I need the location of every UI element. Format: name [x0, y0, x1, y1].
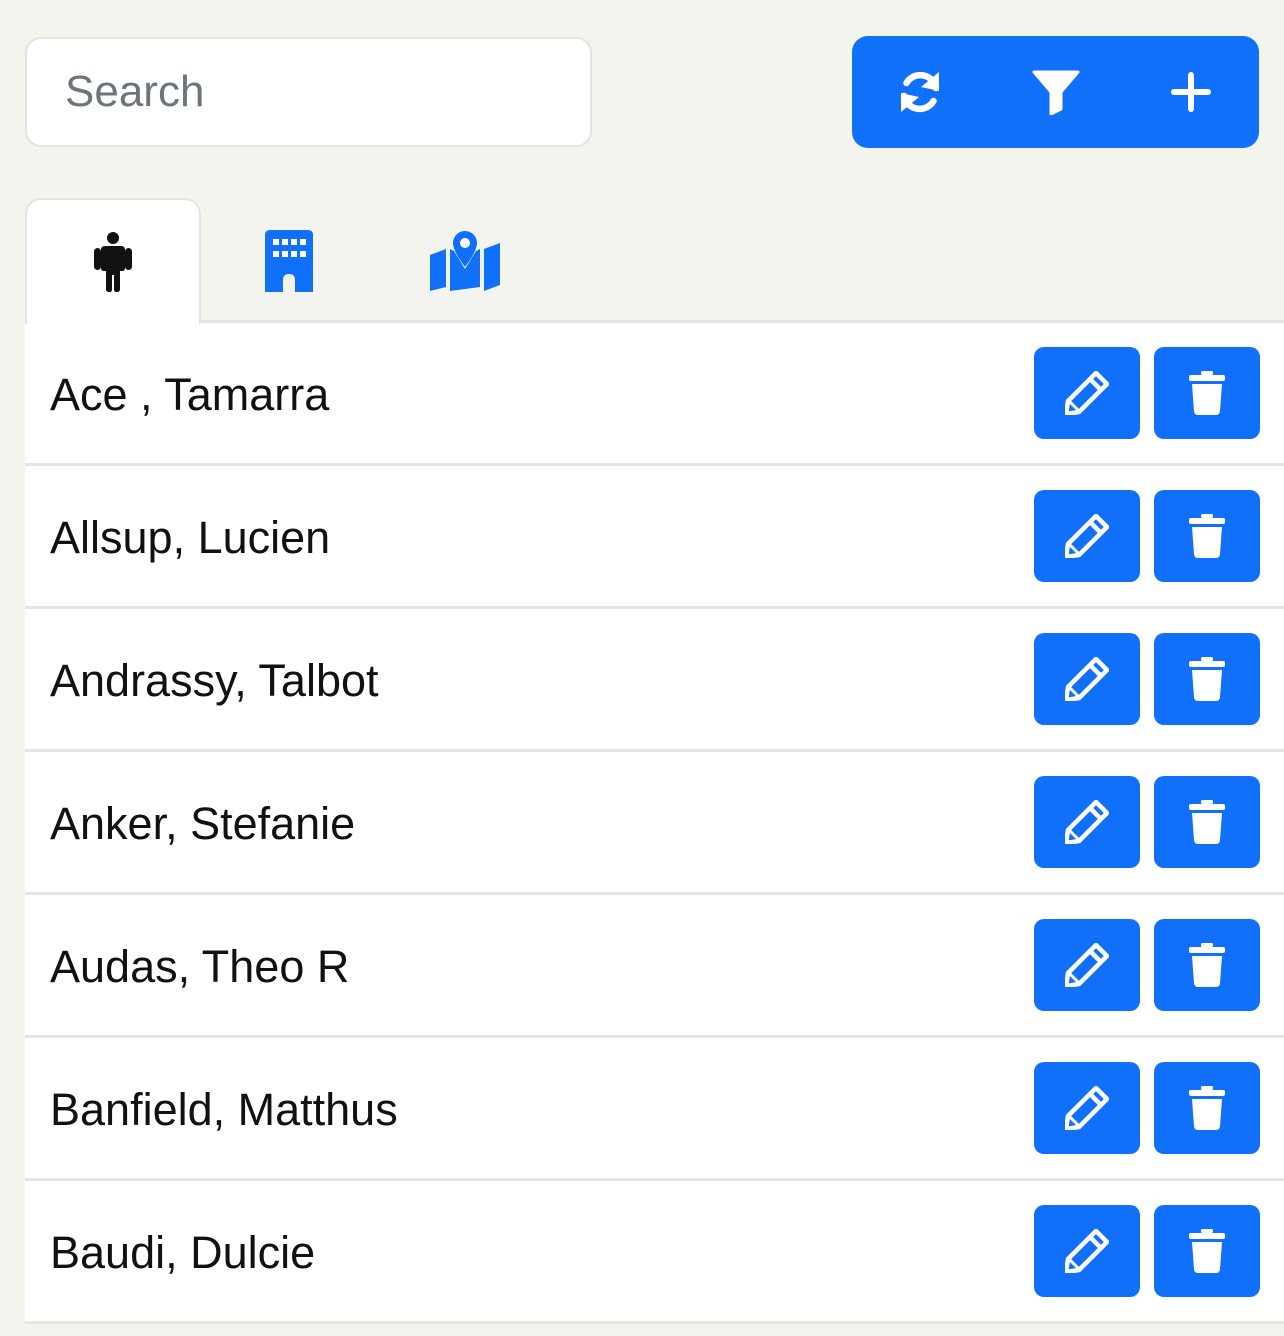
trash-icon [1189, 943, 1225, 987]
person-icon [94, 232, 132, 292]
trash-icon [1189, 371, 1225, 415]
trash-icon [1189, 1229, 1225, 1273]
delete-button[interactable] [1154, 919, 1260, 1011]
list-item[interactable]: Allsup, Lucien [25, 466, 1284, 609]
tab-people[interactable] [25, 198, 201, 324]
person-name: Ace , Tamarra [50, 369, 330, 420]
tab-buildings[interactable] [201, 198, 377, 323]
pencil-icon [1065, 1086, 1109, 1130]
tab-bar [25, 198, 1284, 324]
edit-button[interactable] [1034, 919, 1140, 1011]
sync-icon [900, 71, 940, 113]
delete-button[interactable] [1154, 1062, 1260, 1154]
person-name: Baudi, Dulcie [50, 1227, 316, 1278]
trash-icon [1189, 1086, 1225, 1130]
person-name: Allsup, Lucien [50, 512, 331, 563]
list-item[interactable]: Andrassy, Talbot [25, 609, 1284, 752]
list-item[interactable]: Audas, Theo R [25, 895, 1284, 1038]
edit-button[interactable] [1034, 1062, 1140, 1154]
edit-button[interactable] [1034, 347, 1140, 439]
person-name: Banfield, Matthus [50, 1084, 398, 1135]
filter-button[interactable] [988, 36, 1124, 148]
edit-button[interactable] [1034, 633, 1140, 725]
delete-button[interactable] [1154, 776, 1260, 868]
trash-icon [1189, 657, 1225, 701]
tab-locations[interactable] [377, 198, 553, 323]
pencil-icon [1065, 514, 1109, 558]
edit-button[interactable] [1034, 776, 1140, 868]
pencil-icon [1065, 800, 1109, 844]
list-item[interactable]: Anker, Stefanie [25, 752, 1284, 895]
delete-button[interactable] [1154, 633, 1260, 725]
pencil-icon [1065, 657, 1109, 701]
list-item[interactable]: Banfield, Matthus [25, 1038, 1284, 1181]
delete-button[interactable] [1154, 347, 1260, 439]
delete-button[interactable] [1154, 490, 1260, 582]
people-list: Ace , Tamarra Allsup, Lucien Andrassy, T… [25, 323, 1284, 1324]
delete-button[interactable] [1154, 1205, 1260, 1297]
filter-icon [1032, 70, 1079, 115]
toolbar-button-group [852, 36, 1259, 148]
edit-button[interactable] [1034, 1205, 1140, 1297]
search-input[interactable] [25, 37, 592, 147]
trash-icon [1189, 514, 1225, 558]
list-item[interactable]: Baudi, Dulcie [25, 1181, 1284, 1324]
people-list-screen: Ace , Tamarra Allsup, Lucien Andrassy, T… [0, 0, 1284, 1336]
building-icon [265, 229, 313, 292]
trash-icon [1189, 800, 1225, 844]
list-item[interactable]: Ace , Tamarra [25, 323, 1284, 466]
person-name: Audas, Theo R [50, 941, 350, 992]
person-name: Andrassy, Talbot [50, 655, 379, 706]
plus-icon [1171, 72, 1212, 112]
person-name: Anker, Stefanie [50, 798, 356, 849]
map-marker-icon [430, 230, 500, 291]
edit-button[interactable] [1034, 490, 1140, 582]
add-button[interactable] [1123, 36, 1259, 148]
refresh-button[interactable] [852, 36, 988, 148]
pencil-icon [1065, 943, 1109, 987]
pencil-icon [1065, 1229, 1109, 1273]
pencil-icon [1065, 371, 1109, 415]
